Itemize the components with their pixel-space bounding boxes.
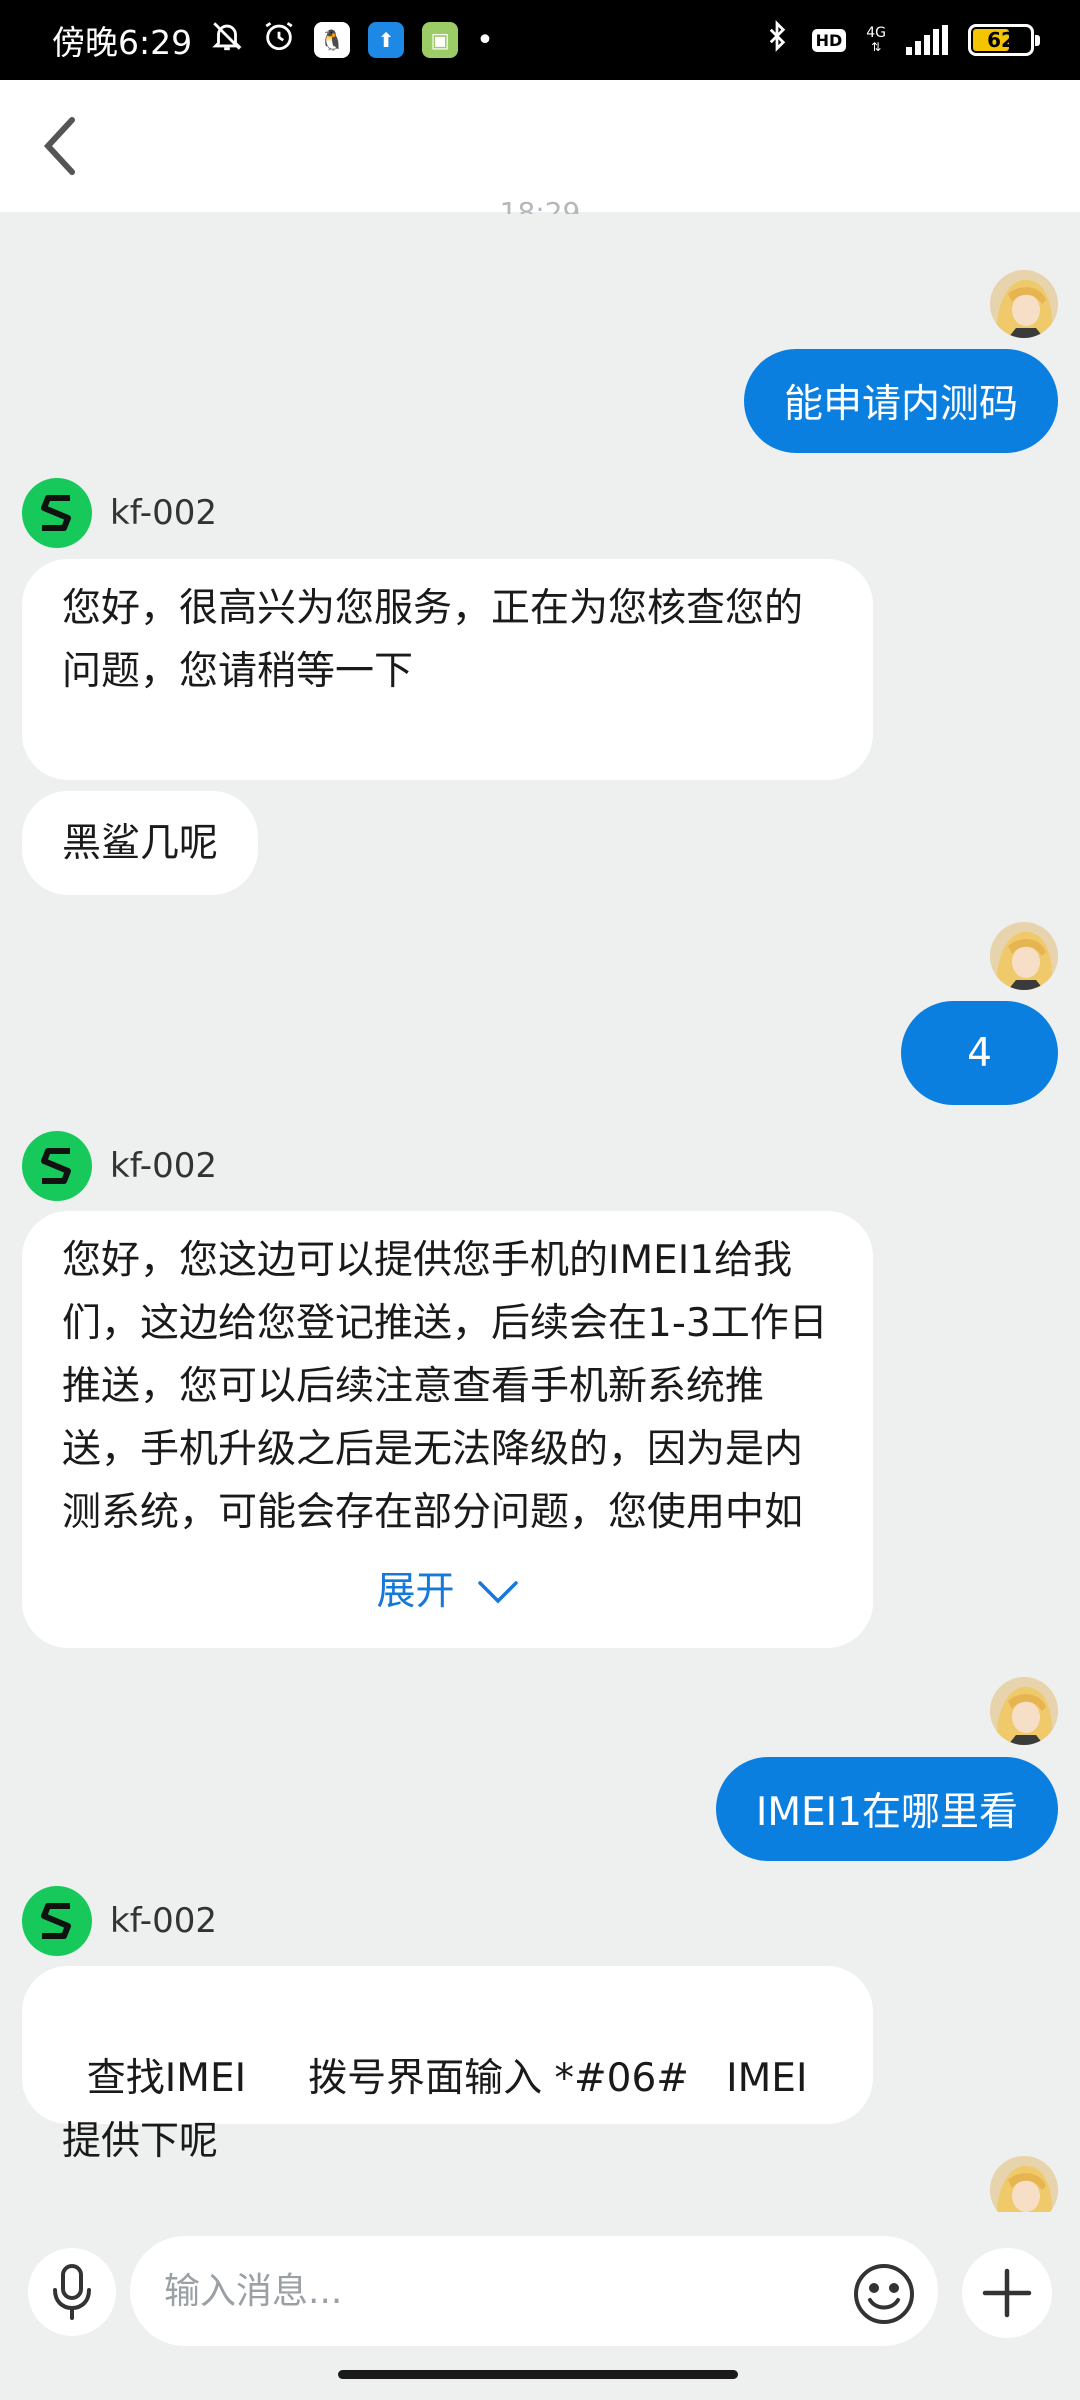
user-avatar[interactable] bbox=[990, 922, 1058, 990]
battery-level: 62 bbox=[987, 28, 1015, 52]
plus-icon bbox=[982, 2268, 1032, 2318]
user-message[interactable]: 4 bbox=[901, 1001, 1058, 1105]
agent-message-text: 黑鲨几呢 bbox=[62, 820, 219, 866]
battery-icon: 62 bbox=[968, 24, 1040, 56]
agent-header: kf-002 bbox=[22, 1886, 217, 1956]
smiley-icon bbox=[854, 2264, 914, 2324]
bluetooth-icon bbox=[762, 18, 792, 62]
agent-name: kf-002 bbox=[110, 493, 217, 533]
status-time: 傍晚6:29 bbox=[52, 23, 193, 62]
agent-header: kf-002 bbox=[22, 478, 217, 548]
chat-header bbox=[0, 80, 1080, 212]
agent-message[interactable]: 您好，很高兴为您服务，正在为您核查您的问题，您请稍等一下 bbox=[22, 559, 873, 780]
black-shark-logo-icon bbox=[41, 495, 71, 531]
agent-message-text: 您好，很高兴为您服务，正在为您核查您的问题，您请稍等一下 bbox=[62, 586, 804, 694]
more-options-button[interactable] bbox=[962, 2248, 1052, 2338]
mute-bell-icon bbox=[210, 19, 244, 61]
message-timestamp: 18:29 bbox=[499, 196, 581, 214]
home-indicator[interactable] bbox=[338, 2370, 738, 2379]
agent-message[interactable]: 黑鲨几呢 bbox=[22, 791, 259, 895]
chevron-left-icon bbox=[43, 117, 75, 175]
emoji-button[interactable] bbox=[848, 2258, 920, 2330]
more-notifications-icon: • bbox=[476, 22, 494, 58]
voice-input-button[interactable] bbox=[28, 2248, 116, 2336]
back-button[interactable] bbox=[28, 114, 92, 178]
message-input[interactable] bbox=[130, 2236, 938, 2346]
agent-message[interactable]: 您好，您这边可以提供您手机的IMEI1给我们，这边给您登记推送，后续会在1-3工… bbox=[22, 1211, 873, 1648]
user-avatar[interactable] bbox=[990, 270, 1058, 338]
game-app-icon: ▣ bbox=[422, 22, 459, 58]
agent-message[interactable]: 查找IMEI 拨号界面输入 *#06# IMEI提供下呢 bbox=[22, 1966, 873, 2164]
microphone-icon bbox=[53, 2264, 91, 2320]
user-avatar[interactable] bbox=[990, 1677, 1058, 1745]
agent-header: kf-002 bbox=[22, 1131, 217, 1201]
agent-message-text: 查找IMEI 拨号界面输入 *#06# IMEI提供下呢 bbox=[62, 2056, 808, 2164]
hd-badge: HD bbox=[811, 28, 847, 52]
alarm-icon bbox=[262, 19, 296, 61]
agent-message-text: 您好，您这边可以提供您手机的IMEI1给我们，这边给您登记推送，后续会在1-3工… bbox=[62, 1238, 828, 1535]
agent-name: kf-002 bbox=[110, 1901, 217, 1941]
user-message[interactable]: IMEI1在哪里看 bbox=[715, 1757, 1058, 1861]
qq-app-icon: 🐧 bbox=[314, 22, 351, 58]
agent-avatar[interactable] bbox=[22, 478, 92, 548]
agent-name: kf-002 bbox=[110, 1146, 217, 1186]
status-bar: 傍晚6:29 🐧 ⬆ ▣ • HD 4G ⇅ 62 bbox=[0, 0, 1080, 80]
black-shark-logo-icon bbox=[41, 1903, 71, 1939]
chevron-down-icon bbox=[477, 1580, 518, 1603]
network-type: 4G ⇅ bbox=[866, 25, 886, 54]
user-message[interactable]: 能申请内测码 bbox=[743, 349, 1058, 453]
black-shark-logo-icon bbox=[41, 1148, 71, 1184]
message-composer bbox=[0, 2212, 1080, 2362]
signal-strength-icon bbox=[906, 25, 948, 55]
agent-avatar[interactable] bbox=[22, 1131, 92, 1201]
agent-avatar[interactable] bbox=[22, 1886, 92, 1956]
expand-label: 展开 bbox=[376, 1569, 455, 1614]
expand-button[interactable]: 展开 bbox=[62, 1560, 833, 1623]
upload-app-icon: ⬆ bbox=[368, 22, 405, 58]
